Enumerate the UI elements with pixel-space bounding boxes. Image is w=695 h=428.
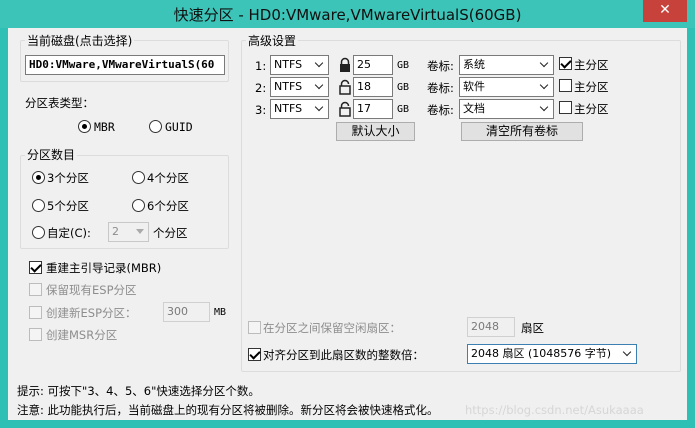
default-size-button[interactable]: 默认大小 <box>336 122 415 141</box>
row2-primary-checkbox[interactable] <box>559 79 572 92</box>
chevron-down-icon <box>136 229 144 234</box>
row1-primary-label[interactable]: 主分区 <box>574 58 609 72</box>
esp-size-field[interactable]: 300 <box>163 302 210 322</box>
guid-label[interactable]: GUID <box>165 120 193 134</box>
chevron-down-icon <box>314 58 324 68</box>
reserve-sectors-label[interactable]: 在分区之间保留空闲扇区： <box>263 321 401 335</box>
create-esp-label[interactable]: 创建新ESP分区： <box>46 306 137 320</box>
label-3-partitions[interactable]: 3个分区 <box>47 171 89 185</box>
keep-esp-label[interactable]: 保留现有ESP分区 <box>46 283 137 297</box>
custom-suffix-label: 个分区 <box>153 226 188 240</box>
row3-size-field[interactable]: 17 <box>353 99 393 119</box>
reserve-sectors-unit: 扇区 <box>521 321 544 335</box>
row1-fs-select[interactable]: NTFS <box>270 55 329 75</box>
current-disk-field[interactable]: HD0:VMware,VMwareVirtualS(60 <box>25 55 225 75</box>
row3-fs-value: NTFS <box>274 102 303 115</box>
lock-open-icon[interactable] <box>338 79 352 95</box>
row2-fs-select[interactable]: NTFS <box>270 77 329 97</box>
chevron-down-icon <box>539 80 549 90</box>
align-partitions-checkbox[interactable] <box>248 348 261 361</box>
dialog-window: 快速分区 - HD0:VMware,VMwareVirtualS(60GB) ✕… <box>0 0 695 428</box>
label-6-partitions[interactable]: 6个分区 <box>147 199 189 213</box>
row1-size-field[interactable]: 25 <box>353 55 393 75</box>
keep-esp-checkbox[interactable] <box>29 283 42 296</box>
row2-unit: GB <box>397 82 410 93</box>
row3-fs-select[interactable]: NTFS <box>270 99 329 119</box>
row2-size-field[interactable]: 18 <box>353 77 393 97</box>
row3-primary-label[interactable]: 主分区 <box>574 102 609 116</box>
reserve-sectors-field[interactable]: 2048 <box>467 317 515 337</box>
row1-fs-value: NTFS <box>274 58 303 71</box>
row3-unit: GB <box>397 104 410 115</box>
label-5-partitions[interactable]: 5个分区 <box>47 199 89 213</box>
row3-index: 3: <box>255 103 267 117</box>
radio-custom[interactable] <box>32 226 45 239</box>
row1-primary-checkbox[interactable] <box>559 57 572 70</box>
chevron-down-icon <box>314 102 324 112</box>
radio-3-partitions[interactable] <box>32 171 45 184</box>
window-title: 快速分区 - HD0:VMware,VMwareVirtualS(60GB) <box>173 6 522 24</box>
row2-primary-label[interactable]: 主分区 <box>574 80 609 94</box>
custom-count-value: 2 <box>112 225 119 238</box>
close-button[interactable]: ✕ <box>643 0 687 22</box>
partition-count-group-title: 分区数目 <box>25 148 78 162</box>
row1-index: 1: <box>255 59 267 73</box>
esp-unit-label: MB <box>214 307 227 318</box>
rebuild-mbr-checkbox[interactable] <box>29 261 42 274</box>
lock-open-icon[interactable] <box>338 101 352 117</box>
clear-volume-labels-button[interactable]: 清空所有卷标 <box>461 122 583 141</box>
mbr-label[interactable]: MBR <box>94 120 115 134</box>
title-bar[interactable]: 快速分区 - HD0:VMware,VMwareVirtualS(60GB) ✕ <box>0 0 695 28</box>
row3-primary-checkbox[interactable] <box>559 101 572 114</box>
chevron-down-icon <box>314 80 324 90</box>
mbr-radio[interactable] <box>78 120 91 133</box>
row3-volume-label-text: 卷标: <box>427 103 454 117</box>
custom-label[interactable]: 自定(C): <box>47 226 91 240</box>
guid-radio[interactable] <box>149 120 162 133</box>
label-4-partitions[interactable]: 4个分区 <box>147 171 189 185</box>
align-partitions-label[interactable]: 对齐分区到此扇区数的整数倍： <box>263 348 424 362</box>
create-msr-label[interactable]: 创建MSR分区 <box>46 328 117 342</box>
watermark: https://blog.csdn.net/Asukaaaa <box>465 403 644 417</box>
align-sectors-select[interactable]: 2048 扇区 (1048576 字节) <box>467 344 637 364</box>
lock-closed-icon[interactable] <box>338 57 352 73</box>
hint-text: 提示: 可按下"3、4、5、6"快速选择分区个数。 <box>17 384 260 398</box>
chevron-down-icon <box>539 58 549 68</box>
row3-volume-value: 文档 <box>463 102 485 115</box>
row1-volume-value: 系统 <box>463 58 485 71</box>
chevron-down-icon <box>622 347 632 357</box>
partition-table-label: 分区表类型： <box>25 96 94 110</box>
row3-volume-select[interactable]: 文档 <box>459 99 554 119</box>
radio-4-partitions[interactable] <box>132 171 145 184</box>
row2-fs-value: NTFS <box>274 80 303 93</box>
align-sectors-value: 2048 扇区 (1048576 字节) <box>471 347 612 360</box>
radio-6-partitions[interactable] <box>132 199 145 212</box>
row2-volume-value: 软件 <box>463 80 485 93</box>
row1-volume-label-text: 卷标: <box>427 59 454 73</box>
chevron-down-icon <box>539 102 549 112</box>
current-disk-group-title: 当前磁盘(点击选择) <box>25 34 135 48</box>
row2-volume-select[interactable]: 软件 <box>459 77 554 97</box>
warning-text: 注意: 此功能执行后，当前磁盘上的现有分区将被删除。新分区将会被快速格式化。 <box>17 403 439 417</box>
row1-unit: GB <box>397 60 410 71</box>
create-esp-checkbox[interactable] <box>29 306 42 319</box>
reserve-sectors-checkbox[interactable] <box>248 321 261 334</box>
dialog-client-area: 当前磁盘(点击选择) HD0:VMware,VMwareVirtualS(60 … <box>8 28 687 420</box>
create-msr-checkbox[interactable] <box>29 328 42 341</box>
row2-index: 2: <box>255 81 267 95</box>
radio-5-partitions[interactable] <box>32 199 45 212</box>
advanced-settings-title: 高级设置 <box>246 34 299 48</box>
rebuild-mbr-label[interactable]: 重建主引导记录(MBR) <box>46 261 161 275</box>
custom-count-select[interactable]: 2 <box>108 222 149 242</box>
row2-volume-label-text: 卷标: <box>427 81 454 95</box>
row1-volume-select[interactable]: 系统 <box>459 55 554 75</box>
